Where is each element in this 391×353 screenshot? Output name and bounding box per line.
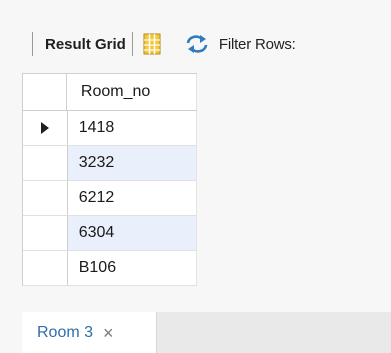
header-selector-cell: [23, 74, 67, 110]
result-grid-tab[interactable]: Result Grid: [45, 36, 126, 53]
row-selector[interactable]: [23, 216, 68, 250]
tab-room-3[interactable]: Room 3 ×: [22, 312, 157, 353]
row-selector[interactable]: [23, 181, 68, 215]
room-no-cell[interactable]: B106: [67, 251, 197, 285]
room-no-cell[interactable]: 3232: [67, 146, 197, 180]
room-no-cell[interactable]: 6212: [67, 181, 197, 215]
result-grid: Room_no 1418 3232 6212 6304 B106: [22, 73, 197, 286]
row-selector[interactable]: [23, 111, 68, 145]
table-row[interactable]: 6212: [23, 181, 197, 216]
room-no-cell[interactable]: 1418: [67, 111, 197, 145]
filter-rows-label[interactable]: Filter Rows:: [219, 36, 296, 53]
table-row[interactable]: B106: [23, 251, 197, 286]
result-toolbar: Result Grid Filter Rows:: [18, 24, 391, 64]
grid-view-icon[interactable]: [143, 33, 161, 55]
result-panel: Result Grid Filter Rows: Room_no 1418 32…: [0, 0, 391, 353]
toolbar-divider: [131, 32, 133, 56]
table-row[interactable]: 3232: [23, 146, 197, 181]
refresh-icon[interactable]: [185, 34, 209, 54]
column-header-room-no[interactable]: Room_no: [66, 74, 197, 110]
result-tab-strip: Room 3 ×: [22, 312, 391, 353]
room-no-cell[interactable]: 6304: [67, 216, 197, 250]
tab-label: Room 3: [37, 323, 94, 341]
row-pointer-icon: [40, 122, 49, 134]
grid-header-row: Room_no: [23, 73, 197, 111]
toolbar-divider: [32, 32, 33, 56]
close-icon[interactable]: ×: [103, 324, 114, 342]
table-row[interactable]: 1418: [23, 111, 197, 146]
table-row[interactable]: 6304: [23, 216, 197, 251]
row-selector[interactable]: [23, 251, 68, 285]
row-selector[interactable]: [23, 146, 68, 180]
